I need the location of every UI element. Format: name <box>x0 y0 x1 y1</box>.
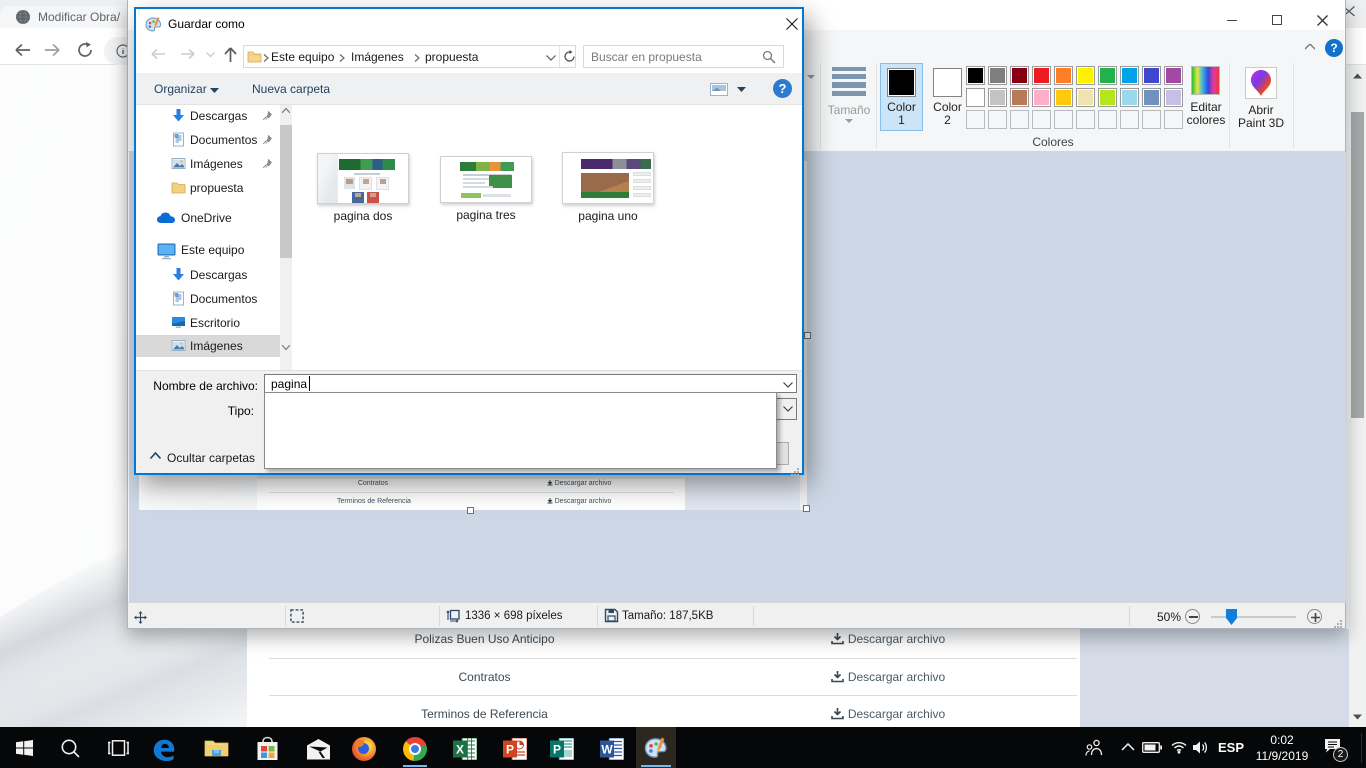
svg-text:W: W <box>601 743 613 757</box>
svg-text:X: X <box>456 743 464 757</box>
svg-text:P: P <box>506 743 514 757</box>
svg-text:P: P <box>553 743 561 757</box>
